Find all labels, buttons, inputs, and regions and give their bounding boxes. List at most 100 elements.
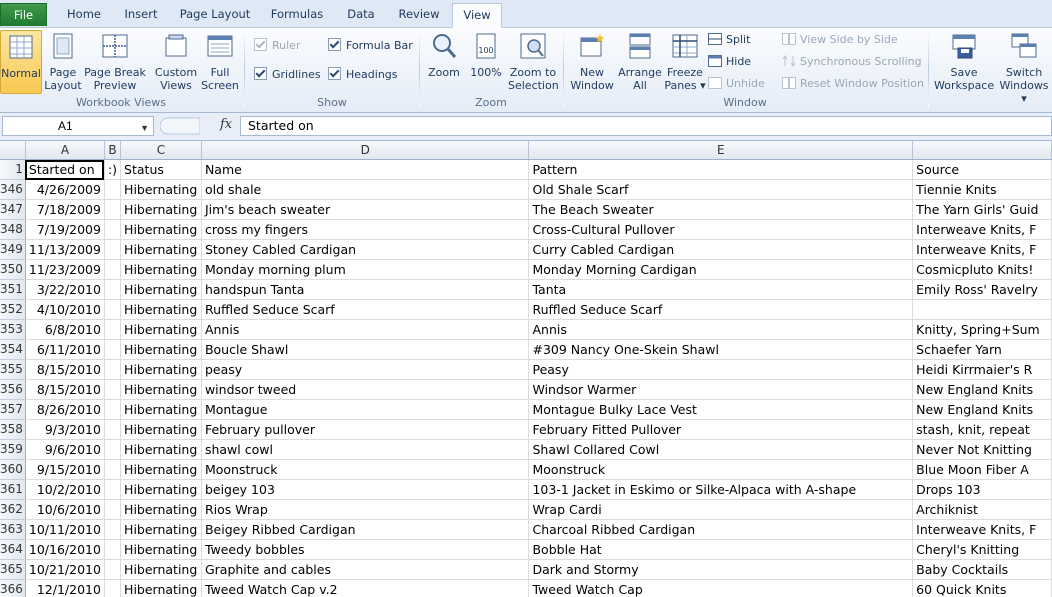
reset-window-position-button[interactable]: Reset Window Position [782, 76, 924, 92]
cell-smiley[interactable] [104, 519, 122, 540]
cell-source[interactable]: Never Not Knitting [912, 439, 1052, 460]
cell-status[interactable]: Hibernating [120, 379, 202, 400]
cell-started-on[interactable]: 9/15/2010 [25, 459, 105, 480]
cell-source[interactable]: Schaefer Yarn [912, 339, 1052, 360]
cell-smiley[interactable] [104, 199, 122, 220]
cell-smiley[interactable] [104, 179, 122, 200]
formula-bar-checkbox[interactable]: Formula Bar [328, 38, 413, 54]
cell-source[interactable]: stash, knit, repeat [912, 419, 1052, 440]
cell-a1[interactable]: Started on [25, 159, 105, 180]
zoom-to-selection-button[interactable]: Zoom to Selection [508, 30, 559, 94]
split-button[interactable]: Split [708, 32, 750, 48]
tab-file[interactable]: File [0, 3, 47, 26]
insert-function-button[interactable]: fx [220, 117, 232, 132]
cell-name[interactable]: Annis [201, 319, 530, 340]
row-header[interactable]: 364 [0, 539, 26, 560]
cell-name[interactable]: Stoney Cabled Cardigan [201, 239, 530, 260]
cell-source[interactable]: Interweave Knits, F [912, 219, 1052, 240]
cell-smiley[interactable] [104, 359, 122, 380]
cell-smiley[interactable] [104, 579, 122, 597]
row-header[interactable]: 349 [0, 239, 26, 260]
cell-f1[interactable]: Source [912, 159, 1052, 180]
cell-smiley[interactable] [104, 439, 122, 460]
cell-pattern[interactable]: Charcoal Ribbed Cardigan [528, 519, 914, 540]
row-header[interactable]: 362 [0, 499, 26, 520]
column-header-c[interactable]: C [120, 141, 202, 160]
cell-started-on[interactable]: 7/18/2009 [25, 199, 105, 220]
cell-status[interactable]: Hibernating [120, 519, 202, 540]
name-box[interactable]: A1 ▼ [2, 116, 154, 136]
worksheet-grid[interactable]: A B C D E 1 Started on :) Status Name Pa… [0, 141, 1052, 597]
column-header-d[interactable]: D [201, 141, 530, 160]
cell-name[interactable]: Ruffled Seduce Scarf [201, 299, 530, 320]
row-header[interactable]: 355 [0, 359, 26, 380]
cell-pattern[interactable]: Shawl Collared Cowl [528, 439, 914, 460]
cell-source[interactable]: Interweave Knits, F [912, 239, 1052, 260]
cell-pattern[interactable]: Dark and Stormy [528, 559, 914, 580]
cell-name[interactable]: Montague [201, 399, 530, 420]
cell-pattern[interactable]: Tanta [528, 279, 914, 300]
cell-name[interactable]: Tweed Watch Cap v.2 [201, 579, 530, 597]
cell-smiley[interactable] [104, 539, 122, 560]
cell-status[interactable]: Hibernating [120, 339, 202, 360]
unhide-button[interactable]: Unhide [708, 76, 765, 92]
cell-e1[interactable]: Pattern [528, 159, 914, 180]
cell-started-on[interactable]: 10/21/2010 [25, 559, 105, 580]
cell-status[interactable]: Hibernating [120, 459, 202, 480]
cell-name[interactable]: old shale [201, 179, 530, 200]
cell-source[interactable]: Knitty, Spring+Sum [912, 319, 1052, 340]
row-header[interactable]: 361 [0, 479, 26, 500]
cell-pattern[interactable]: Bobble Hat [528, 539, 914, 560]
cell-source[interactable]: New England Knits [912, 379, 1052, 400]
cell-name[interactable]: Monday morning plum [201, 259, 530, 280]
row-header[interactable]: 365 [0, 559, 26, 580]
row-header[interactable]: 350 [0, 259, 26, 280]
cell-started-on[interactable]: 8/15/2010 [25, 379, 105, 400]
cell-pattern[interactable]: Wrap Cardi [528, 499, 914, 520]
row-header[interactable]: 359 [0, 439, 26, 460]
cell-smiley[interactable] [104, 319, 122, 340]
cell-name[interactable]: Moonstruck [201, 459, 530, 480]
tab-home[interactable]: Home [56, 3, 112, 26]
cell-name[interactable]: Rios Wrap [201, 499, 530, 520]
cell-pattern[interactable]: Windsor Warmer [528, 379, 914, 400]
row-header[interactable]: 351 [0, 279, 26, 300]
cell-started-on[interactable]: 11/23/2009 [25, 259, 105, 280]
cell-pattern[interactable]: Cross-Cultural Pullover [528, 219, 914, 240]
cell-pattern[interactable]: Curry Cabled Cardigan [528, 239, 914, 260]
cell-source[interactable]: Cheryl's Knitting [912, 539, 1052, 560]
cell-smiley[interactable] [104, 419, 122, 440]
cell-smiley[interactable] [104, 459, 122, 480]
cell-name[interactable]: shawl cowl [201, 439, 530, 460]
cell-name[interactable]: handspun Tanta [201, 279, 530, 300]
headings-checkbox[interactable]: Headings [328, 67, 398, 83]
cell-smiley[interactable] [104, 239, 122, 260]
cell-status[interactable]: Hibernating [120, 239, 202, 260]
select-all-corner[interactable] [0, 141, 26, 160]
cell-status[interactable]: Hibernating [120, 359, 202, 380]
cell-smiley[interactable] [104, 259, 122, 280]
cell-status[interactable]: Hibernating [120, 319, 202, 340]
cell-pattern[interactable]: #309 Nancy One-Skein Shawl [528, 339, 914, 360]
cell-d1[interactable]: Name [201, 159, 530, 180]
cell-name[interactable]: beigey 103 [201, 479, 530, 500]
cell-smiley[interactable] [104, 559, 122, 580]
row-header[interactable]: 356 [0, 379, 26, 400]
cell-started-on[interactable]: 9/3/2010 [25, 419, 105, 440]
page-break-preview-button[interactable]: Page Break Preview [84, 30, 146, 94]
cell-started-on[interactable]: 10/16/2010 [25, 539, 105, 560]
cell-started-on[interactable]: 9/6/2010 [25, 439, 105, 460]
cell-status[interactable]: Hibernating [120, 279, 202, 300]
cell-name[interactable]: Jim's beach sweater [201, 199, 530, 220]
page-layout-view-button[interactable]: Page Layout [44, 30, 82, 94]
row-header[interactable]: 357 [0, 399, 26, 420]
cell-started-on[interactable]: 4/10/2010 [25, 299, 105, 320]
cell-status[interactable]: Hibernating [120, 539, 202, 560]
row-header[interactable]: 353 [0, 319, 26, 340]
cell-status[interactable]: Hibernating [120, 579, 202, 597]
normal-view-button[interactable]: Normal [0, 30, 42, 94]
tab-review[interactable]: Review [390, 3, 448, 26]
cell-pattern[interactable]: Monday Morning Cardigan [528, 259, 914, 280]
cell-name[interactable]: Beigey Ribbed Cardigan [201, 519, 530, 540]
hide-button[interactable]: Hide [708, 54, 751, 70]
